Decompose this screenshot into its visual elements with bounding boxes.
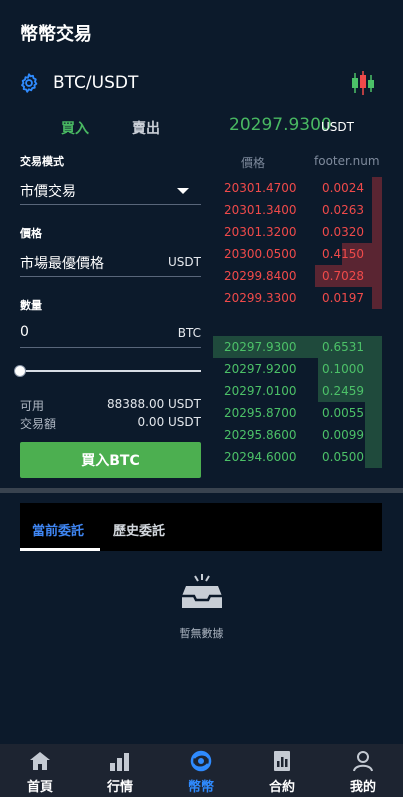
nav-market-label: 行情 — [106, 780, 133, 795]
bid-row[interactable]: 20295.8700 0.0055 — [213, 402, 382, 424]
nav-home-label: 首頁 — [26, 780, 53, 795]
amount-slider-track[interactable] — [20, 370, 201, 372]
nav-profile-label: 我的 — [349, 780, 376, 795]
amount-slider-handle[interactable] — [14, 365, 26, 377]
bid-row[interactable]: 20297.9200 0.1000 — [213, 358, 382, 380]
bid-price: 20297.9300 — [224, 340, 297, 354]
bid-price: 20297.0100 — [224, 384, 297, 398]
ask-depth-bar — [372, 199, 382, 221]
bid-quantity: 0.0099 — [322, 428, 364, 442]
tab-current-orders[interactable]: 當前委託 — [32, 520, 84, 539]
ask-price: 20301.4700 — [224, 181, 297, 195]
active-tab-indicator — [20, 548, 100, 551]
quantity-label: 數量 — [20, 299, 42, 312]
ask-depth-bar — [372, 287, 382, 309]
mode-value: 市價交易 — [20, 184, 76, 200]
page-title: 幣幣交易 — [20, 24, 92, 45]
ask-row[interactable]: 20299.8400 0.7028 — [213, 265, 382, 287]
candlestick-chart-icon[interactable] — [350, 70, 376, 96]
orderbook-qty-header: footer.num — [314, 154, 380, 168]
bid-price: 20295.8700 — [224, 406, 297, 420]
market-icon — [110, 753, 129, 771]
last-price: 20297.9300 — [229, 115, 332, 135]
home-icon — [30, 752, 50, 770]
exchange-icon — [190, 750, 212, 772]
bid-row[interactable]: 20297.0100 0.2459 — [213, 380, 382, 402]
contract-icon — [274, 751, 290, 771]
caret-down-icon — [177, 188, 189, 194]
ask-price: 20300.0500 — [224, 247, 297, 261]
tab-order-history[interactable]: 歷史委託 — [113, 520, 165, 539]
gear-icon[interactable] — [18, 72, 40, 94]
pair-name[interactable]: BTC/USDT — [53, 73, 138, 93]
price-field[interactable]: 市場最優價格 USDT — [20, 251, 201, 277]
ask-row[interactable]: 20299.3300 0.0197 — [213, 287, 382, 309]
orders-tab-bar: 當前委託 歷史委託 — [20, 503, 382, 551]
ask-row[interactable]: 20301.3200 0.0320 — [213, 221, 382, 243]
ask-depth-bar — [372, 221, 382, 243]
ask-quantity: 0.7028 — [322, 269, 364, 283]
nav-exchange[interactable]: 幣幣 — [161, 744, 241, 797]
available-value: 88388.00 USDT — [106, 397, 201, 411]
bottom-navigation: 首頁 行情 幣幣 合約 我的 — [0, 744, 403, 797]
price-value: 市場最優價格 — [20, 256, 104, 272]
section-divider — [0, 488, 403, 493]
nav-market[interactable]: 行情 — [80, 744, 160, 797]
empty-state-text: 暫無數據 — [179, 627, 224, 640]
ask-quantity: 0.0320 — [322, 225, 364, 239]
available-label: 可用 — [20, 399, 45, 413]
mode-select[interactable]: 市價交易 — [20, 179, 201, 205]
bid-row[interactable]: 20294.6000 0.0500 — [213, 446, 382, 468]
ask-row[interactable]: 20301.3400 0.0263 — [213, 199, 382, 221]
bid-row[interactable]: 20295.8600 0.0099 — [213, 424, 382, 446]
price-label: 價格 — [20, 227, 42, 240]
bid-depth-bar — [365, 424, 382, 446]
nav-home[interactable]: 首頁 — [0, 744, 80, 797]
bid-quantity: 0.1000 — [322, 362, 364, 376]
ask-price: 20301.3200 — [224, 225, 297, 239]
ask-quantity: 0.4150 — [322, 247, 364, 261]
trade-amount-label: 交易額 — [20, 417, 57, 431]
bid-depth-bar — [365, 402, 382, 424]
ask-row[interactable]: 20300.0500 0.4150 — [213, 243, 382, 265]
mode-label: 交易模式 — [20, 155, 64, 168]
ask-quantity: 0.0024 — [322, 181, 364, 195]
quantity-unit: BTC — [177, 326, 201, 340]
bid-price: 20294.6000 — [224, 450, 297, 464]
nav-contract[interactable]: 合約 — [242, 744, 322, 797]
ask-quantity: 0.0197 — [322, 291, 364, 305]
profile-icon — [353, 751, 373, 772]
quantity-value: 0 — [20, 324, 29, 340]
buy-btc-button[interactable]: 買入BTC — [20, 442, 201, 478]
trade-amount-value: 0.00 USDT — [137, 415, 201, 429]
nav-contract-label: 合約 — [268, 780, 295, 795]
empty-inbox-icon — [182, 574, 222, 608]
ask-depth-bar — [372, 177, 382, 199]
nav-exchange-label: 幣幣 — [187, 780, 214, 795]
nav-profile[interactable]: 我的 — [323, 744, 403, 797]
last-price-unit: USDT — [321, 120, 354, 134]
ask-price: 20299.8400 — [224, 269, 297, 283]
ask-price: 20301.3400 — [224, 203, 297, 217]
bid-price: 20297.9200 — [224, 362, 297, 376]
bid-quantity: 0.2459 — [322, 384, 364, 398]
bid-depth-bar — [365, 446, 382, 468]
bid-quantity: 0.6531 — [322, 340, 364, 354]
ask-quantity: 0.0263 — [322, 203, 364, 217]
orderbook-price-header: 價格 — [241, 156, 266, 170]
bid-quantity: 0.0500 — [322, 450, 364, 464]
ask-price: 20299.3300 — [224, 291, 297, 305]
tab-sell[interactable]: 賣出 — [132, 118, 160, 138]
tab-buy[interactable]: 買入 — [61, 118, 89, 138]
ask-row[interactable]: 20301.4700 0.0024 — [213, 177, 382, 199]
bid-row[interactable]: 20297.9300 0.6531 — [213, 336, 382, 358]
bid-price: 20295.8600 — [224, 428, 297, 442]
bid-quantity: 0.0055 — [322, 406, 364, 420]
quantity-input[interactable]: 0 BTC — [20, 322, 201, 348]
price-unit: USDT — [168, 255, 201, 269]
